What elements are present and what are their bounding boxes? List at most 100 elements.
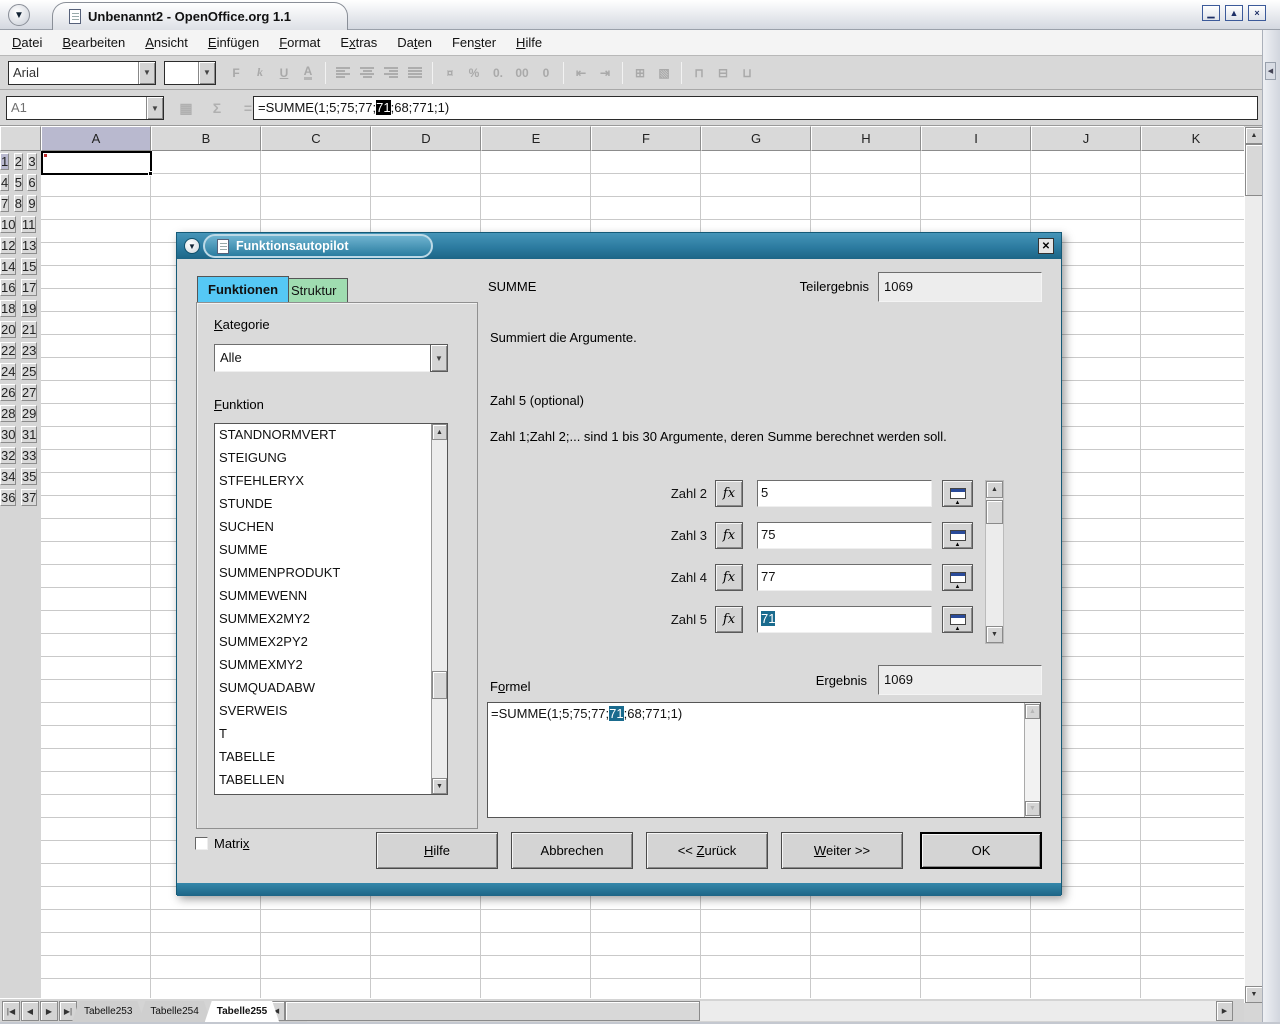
row-header[interactable]: 9 bbox=[27, 195, 36, 212]
align-justify-icon[interactable] bbox=[403, 61, 427, 85]
column-header[interactable]: K bbox=[1141, 126, 1244, 151]
shrink-button[interactable] bbox=[942, 564, 973, 591]
borders-icon[interactable]: ⊞ bbox=[628, 61, 652, 85]
row-header[interactable]: 34 bbox=[0, 468, 16, 485]
background-color-icon[interactable]: ▧ bbox=[652, 61, 676, 85]
row-header[interactable]: 35 bbox=[21, 468, 37, 485]
horizontal-scrollbar-thumb[interactable] bbox=[285, 1001, 700, 1021]
fx-button[interactable]: fx bbox=[715, 480, 743, 507]
horizontal-scrollbar[interactable]: ◀ ▶ bbox=[268, 1001, 1233, 1021]
function-list-item[interactable]: SUMQUADABW bbox=[215, 677, 431, 700]
help-button[interactable]: Hilfe bbox=[376, 832, 498, 869]
fx-button[interactable]: fx bbox=[715, 564, 743, 591]
fill-handle[interactable] bbox=[148, 171, 153, 176]
underline-icon[interactable]: U bbox=[272, 61, 296, 85]
column-header[interactable]: E bbox=[481, 126, 591, 151]
increase-indent-icon[interactable]: ⇥ bbox=[593, 61, 617, 85]
row-header[interactable]: 33 bbox=[21, 447, 37, 464]
matrix-checkbox[interactable] bbox=[195, 837, 208, 850]
function-list-item[interactable]: STEIGUNG bbox=[215, 447, 431, 470]
shrink-button[interactable] bbox=[942, 522, 973, 549]
sum-icon[interactable]: Σ bbox=[206, 97, 228, 119]
align-top-icon[interactable]: ⊓ bbox=[687, 61, 711, 85]
first-sheet-button[interactable]: |◀ bbox=[2, 1001, 20, 1021]
window-title-tab[interactable]: Unbenannt2 - OpenOffice.org 1.1 bbox=[52, 2, 348, 30]
argument-input[interactable]: 77 bbox=[757, 564, 932, 591]
row-header[interactable]: 25 bbox=[21, 363, 37, 380]
row-header[interactable]: 23 bbox=[21, 342, 37, 359]
toolbar-separator[interactable] bbox=[563, 62, 564, 84]
row-header[interactable]: 14 bbox=[0, 258, 16, 275]
arguments-scrollbar-thumb[interactable] bbox=[986, 500, 1003, 524]
function-list-item[interactable]: SUMMEX2PY2 bbox=[215, 631, 431, 654]
align-left-icon[interactable] bbox=[331, 61, 355, 85]
row-header[interactable]: 10 bbox=[0, 216, 16, 233]
column-header[interactable]: A bbox=[41, 126, 151, 151]
column-header[interactable]: G bbox=[701, 126, 811, 151]
window-menu-button[interactable]: ▼ bbox=[8, 4, 30, 26]
dialog-close-button[interactable]: ✕ bbox=[1038, 238, 1054, 254]
align-right-icon[interactable] bbox=[379, 61, 403, 85]
scroll-up-icon[interactable]: ▲ bbox=[432, 424, 447, 440]
row-header[interactable]: 29 bbox=[21, 405, 37, 422]
function-list-item[interactable]: T bbox=[215, 723, 431, 746]
sheet-tab-tabelle253[interactable]: Tabelle253 bbox=[72, 1001, 144, 1022]
cell-reference-box[interactable]: A1 ▼ bbox=[6, 96, 164, 120]
scroll-down-icon[interactable]: ▼ bbox=[432, 778, 447, 794]
row-header[interactable]: 22 bbox=[0, 342, 16, 359]
menu-extras[interactable]: Extras bbox=[330, 30, 387, 55]
menu-einfuegen[interactable]: Einfügen bbox=[198, 30, 269, 55]
row-header[interactable]: 27 bbox=[21, 384, 37, 401]
column-header[interactable]: C bbox=[261, 126, 371, 151]
scroll-up-icon[interactable]: ▲ bbox=[1245, 127, 1263, 144]
vertical-scrollbar[interactable]: ▲ ▼ bbox=[1244, 127, 1262, 1003]
font-color-icon[interactable]: A bbox=[296, 61, 320, 85]
function-autopilot-icon[interactable]: ▦ bbox=[175, 97, 197, 119]
argument-input[interactable]: 75 bbox=[757, 522, 932, 549]
column-header[interactable]: J bbox=[1031, 126, 1141, 151]
row-header[interactable]: 12 bbox=[0, 237, 16, 254]
argument-input[interactable]: 71 bbox=[757, 606, 932, 633]
row-header[interactable]: 15 bbox=[21, 258, 37, 275]
row-header[interactable]: 20 bbox=[0, 321, 16, 338]
row-header[interactable]: 19 bbox=[21, 300, 37, 317]
formula-textarea[interactable]: =SUMME(1;5;75;77;71;68;771;1) ▲ ▼ bbox=[487, 702, 1041, 818]
back-button[interactable]: << Zurück bbox=[646, 832, 768, 869]
formula-input[interactable]: =SUMME(1;5;75;77;71;68;771;1) bbox=[253, 96, 1258, 120]
vertical-scrollbar-thumb[interactable] bbox=[1245, 144, 1263, 196]
currency-icon[interactable]: ¤ bbox=[438, 61, 462, 85]
column-header[interactable]: F bbox=[591, 126, 701, 151]
list-scrollbar-thumb[interactable] bbox=[432, 671, 447, 699]
next-button[interactable]: Weiter >> bbox=[781, 832, 903, 869]
dialog-menu-button[interactable]: ▼ bbox=[184, 238, 200, 254]
toolbar-separator[interactable] bbox=[622, 62, 623, 84]
row-header[interactable]: 17 bbox=[21, 279, 37, 296]
toolbar-separator[interactable] bbox=[432, 62, 433, 84]
italic-icon[interactable]: k bbox=[248, 61, 272, 85]
minimize-button[interactable]: ▁ bbox=[1202, 5, 1220, 21]
function-list-item[interactable]: SUMMEWENN bbox=[215, 585, 431, 608]
ok-button[interactable]: OK bbox=[920, 832, 1042, 869]
category-combo[interactable]: Alle ▼ bbox=[214, 344, 448, 372]
dialog-titlebar[interactable]: ▼ Funktionsautopilot ✕ bbox=[177, 233, 1061, 259]
function-list-item[interactable]: STFEHLERYX bbox=[215, 470, 431, 493]
maximize-button[interactable]: ▲ bbox=[1225, 5, 1243, 21]
align-center-icon[interactable] bbox=[355, 61, 379, 85]
row-header[interactable]: 5 bbox=[14, 174, 23, 191]
row-header[interactable]: 36 bbox=[0, 489, 16, 506]
function-list-item[interactable]: SUMMEX2MY2 bbox=[215, 608, 431, 631]
function-list-item[interactable]: STANDNORMVERT bbox=[215, 424, 431, 447]
chevron-down-icon[interactable]: ▼ bbox=[146, 97, 163, 119]
scroll-down-icon[interactable]: ▼ bbox=[1025, 801, 1040, 816]
scroll-up-icon[interactable]: ▲ bbox=[986, 481, 1003, 498]
shrink-button[interactable] bbox=[942, 606, 973, 633]
row-header[interactable]: 30 bbox=[0, 426, 16, 443]
formula-scrollbar[interactable]: ▲ ▼ bbox=[1024, 703, 1040, 817]
row-header[interactable]: 6 bbox=[27, 174, 36, 191]
argument-input[interactable]: 5 bbox=[757, 480, 932, 507]
function-list-item[interactable]: STUNDE bbox=[215, 493, 431, 516]
toolbar-separator[interactable] bbox=[681, 62, 682, 84]
bold-icon[interactable]: F bbox=[224, 61, 248, 85]
sheet-tab-tabelle255[interactable]: Tabelle255 bbox=[205, 1001, 279, 1022]
toolbar-hide-arrow[interactable]: ◀ bbox=[1265, 62, 1276, 80]
